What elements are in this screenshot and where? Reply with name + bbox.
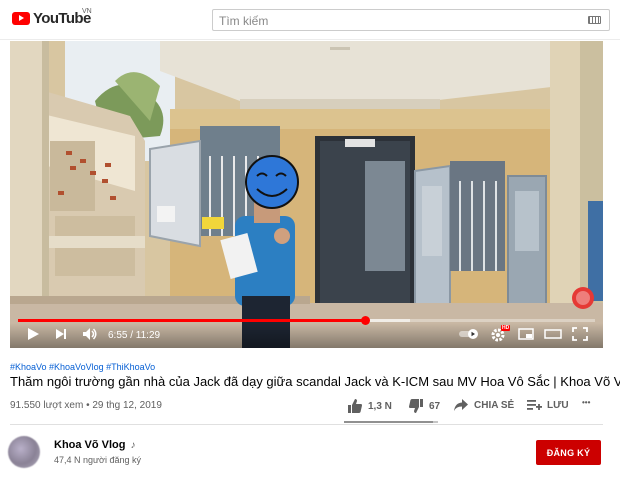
miniplayer-icon[interactable] (518, 327, 534, 341)
like-button[interactable]: 1,3 N (347, 398, 392, 414)
save-button[interactable]: LƯU (526, 398, 569, 412)
autoplay-toggle-icon[interactable] (458, 327, 480, 341)
next-icon[interactable] (54, 327, 68, 341)
top-bar: YouTube VN (0, 0, 620, 40)
fullscreen-icon[interactable] (572, 327, 588, 341)
more-icon: ••• (582, 398, 591, 407)
hashtags[interactable]: #KhoaVo #KhoaVoVlog #ThiKhoaVo (10, 362, 155, 372)
youtube-logo[interactable]: YouTube (12, 10, 91, 27)
video-player[interactable]: 6:55 / 11:29 HD (10, 41, 603, 348)
region-code: VN (82, 8, 92, 15)
player-controls: 6:55 / 11:29 HD (10, 323, 603, 348)
upload-date: 29 thg 12, 2019 (92, 400, 162, 411)
volume-icon[interactable] (82, 327, 98, 341)
share-button[interactable]: CHIA SẺ (453, 398, 514, 412)
save-label: LƯU (547, 399, 569, 411)
hd-badge: HD (501, 325, 511, 331)
channel-watermark-icon[interactable] (571, 286, 595, 310)
progress-bar[interactable] (18, 316, 595, 325)
divider (10, 424, 603, 425)
sentiment-bar (344, 421, 438, 423)
video-meta: 91.550 lượt xem • 29 thg 12, 2019 (10, 400, 162, 411)
dislike-button[interactable]: 67 (408, 398, 440, 414)
video-title: Thăm ngôi trường gần nhà của Jack đã dạy… (10, 374, 620, 389)
sentiment-bar-fill (344, 421, 434, 423)
thumbs-up-icon (348, 399, 362, 413)
channel-name-text: Khoa Võ Vlog (54, 439, 126, 451)
subscribe-button[interactable]: ĐĂNG KÝ (536, 440, 601, 465)
youtube-play-icon (12, 12, 30, 25)
play-icon[interactable] (26, 327, 40, 341)
theater-mode-icon[interactable] (544, 327, 562, 341)
progress-played (18, 319, 366, 322)
playlist-add-icon (527, 400, 542, 410)
search-input[interactable] (219, 13, 579, 28)
keyboard-icon[interactable] (588, 16, 601, 24)
search-box[interactable] (212, 9, 610, 31)
video-frame (10, 41, 603, 348)
dislike-count: 67 (429, 400, 441, 412)
music-note-icon: ♪ (130, 439, 136, 451)
channel-name[interactable]: Khoa Võ Vlog ♪ (54, 439, 136, 451)
view-count: 91.550 lượt xem (10, 400, 84, 411)
channel-avatar[interactable] (8, 436, 40, 468)
meta-separator: • (86, 400, 90, 411)
time-display: 6:55 / 11:29 (108, 330, 161, 341)
subscriber-count: 47,4 N người đăng ký (54, 455, 141, 465)
share-icon (454, 399, 468, 411)
more-actions-button[interactable]: ••• (582, 398, 590, 407)
like-count: 1,3 N (368, 400, 392, 412)
thumbs-down-icon (409, 399, 423, 413)
share-label: CHIA SẺ (474, 399, 515, 411)
